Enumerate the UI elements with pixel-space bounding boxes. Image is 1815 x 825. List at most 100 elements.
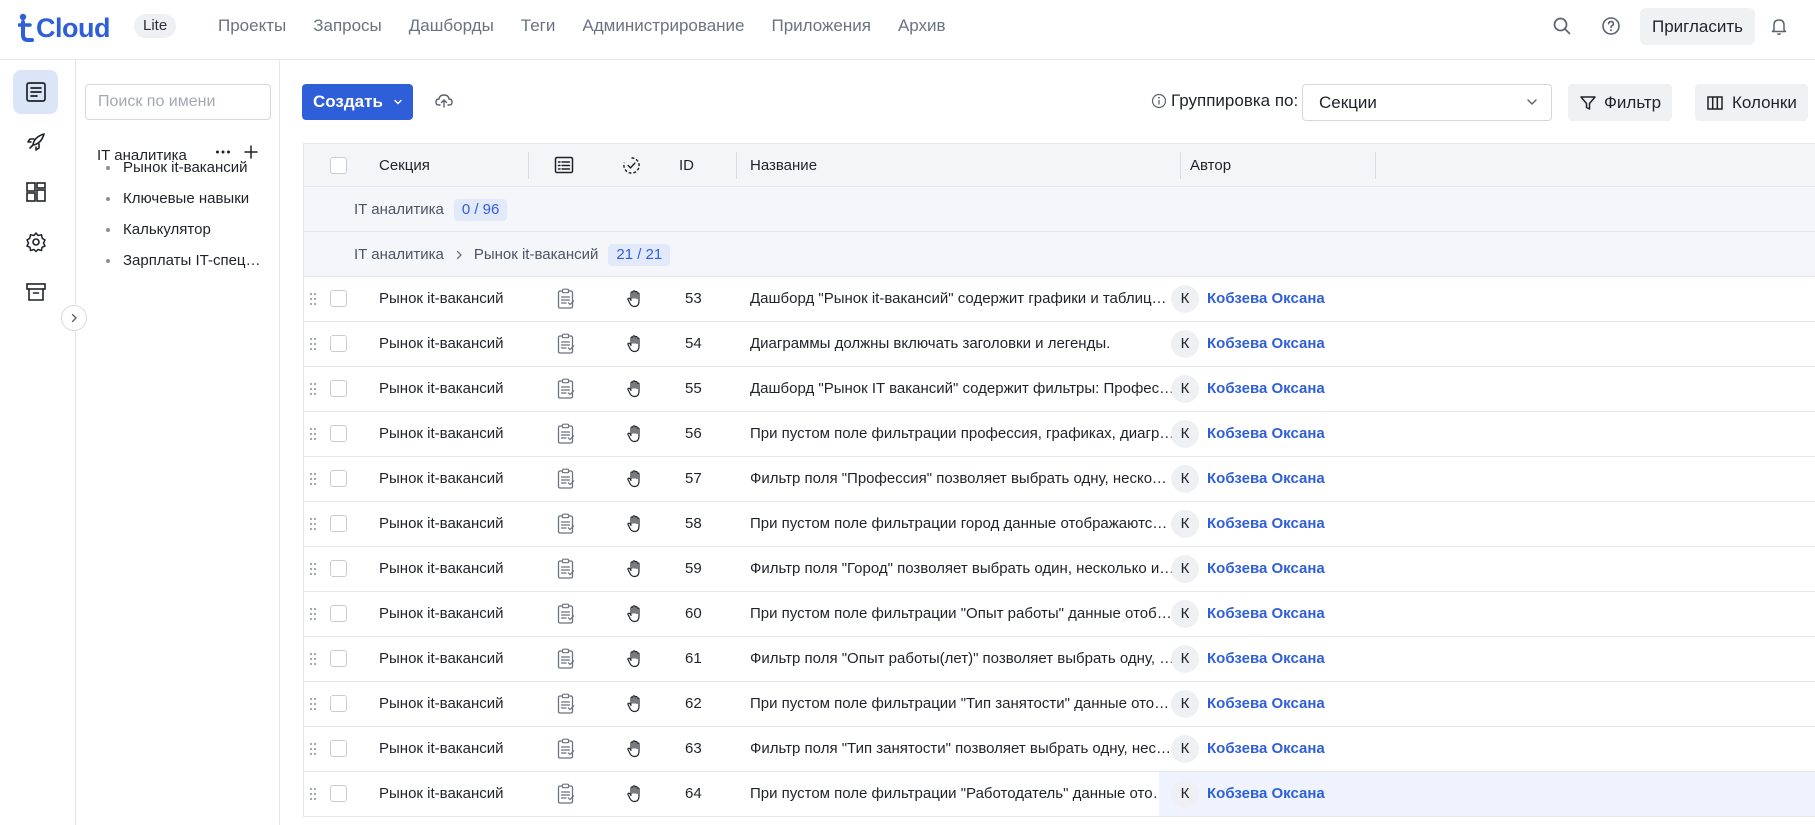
create-button[interactable]: Создать <box>302 84 413 120</box>
drag-handle-icon[interactable] <box>309 697 317 711</box>
row-title[interactable]: При пустом поле фильтрации "Опыт работы"… <box>750 592 1175 636</box>
row-checkbox[interactable] <box>330 695 347 712</box>
group-by-select[interactable]: Секции <box>1302 84 1552 121</box>
group-row-section[interactable]: IT аналитика Рынок it-вакансий 21 / 21 <box>303 232 1815 277</box>
more-icon[interactable] <box>215 144 231 160</box>
drag-handle-icon[interactable] <box>309 787 317 801</box>
notifications-button[interactable] <box>1765 12 1793 40</box>
app-logo[interactable]: Cloud <box>18 8 110 48</box>
table-row[interactable]: Рынок it-вакансий 55 Дашборд "Рынок IT в… <box>303 367 1815 412</box>
row-title[interactable]: Фильтр поля "Город" позволяет выбрать од… <box>750 547 1175 591</box>
manual-hand-icon <box>627 425 640 443</box>
drag-handle-icon[interactable] <box>309 292 317 306</box>
column-header-type[interactable] <box>554 155 574 175</box>
table-row[interactable]: Рынок it-вакансий 61 Фильтр поля "Опыт р… <box>303 637 1815 682</box>
nav-item-projects[interactable]: Проекты <box>218 16 286 36</box>
row-checkbox[interactable] <box>330 785 347 802</box>
tree-item[interactable]: Калькулятор <box>106 221 278 238</box>
nav-item-dashboards[interactable]: Дашборды <box>409 16 494 36</box>
row-checkbox[interactable] <box>330 650 347 667</box>
rail-settings[interactable] <box>13 220 58 264</box>
nav-item-archive[interactable]: Архив <box>898 16 946 36</box>
sidebar-expand-button[interactable] <box>61 305 87 331</box>
nav-item-apps[interactable]: Приложения <box>771 16 870 36</box>
author-link[interactable]: Кобзева Оксана <box>1207 412 1325 456</box>
table-row[interactable]: Рынок it-вакансий 59 Фильтр поля "Город"… <box>303 547 1815 592</box>
author-link[interactable]: Кобзева Оксана <box>1207 727 1325 771</box>
rail-test-cases[interactable] <box>13 70 58 114</box>
column-header-status[interactable] <box>622 156 641 176</box>
filter-button[interactable]: Фильтр <box>1568 84 1673 121</box>
row-checkbox[interactable] <box>330 515 347 532</box>
table-row[interactable]: Рынок it-вакансий 58 При пустом поле фил… <box>303 502 1815 547</box>
drag-handle-icon[interactable] <box>309 472 317 486</box>
author-link[interactable]: Кобзева Оксана <box>1207 682 1325 726</box>
drag-handle-icon[interactable] <box>309 517 317 531</box>
row-checkbox[interactable] <box>330 335 347 352</box>
row-title[interactable]: При пустом поле фильтрации "Работодатель… <box>750 772 1175 816</box>
columns-button[interactable]: Колонки <box>1695 84 1808 121</box>
author-link[interactable]: Кобзева Оксана <box>1207 277 1325 321</box>
drag-handle-icon[interactable] <box>309 607 317 621</box>
rail-launches[interactable] <box>13 120 58 164</box>
author-link[interactable]: Кобзева Оксана <box>1207 592 1325 636</box>
nav-item-administration[interactable]: Администрирование <box>582 16 744 36</box>
table-row[interactable]: Рынок it-вакансий 53 Дашборд "Рынок it-в… <box>303 277 1815 322</box>
row-title[interactable]: Дашборд "Рынок IT вакансий" содержит фил… <box>750 367 1175 411</box>
upload-button[interactable] <box>434 90 454 115</box>
table-row[interactable]: Рынок it-вакансий 63 Фильтр поля "Тип за… <box>303 727 1815 772</box>
table-row[interactable]: Рынок it-вакансий 62 При пустом поле фил… <box>303 682 1815 727</box>
rail-archive[interactable] <box>13 270 58 314</box>
row-checkbox[interactable] <box>330 290 347 307</box>
drag-handle-icon[interactable] <box>309 562 317 576</box>
table-row[interactable]: Рынок it-вакансий 64 При пустом поле фил… <box>303 772 1815 817</box>
tree-item[interactable]: Ключевые навыки <box>106 190 278 207</box>
row-checkbox[interactable] <box>330 470 347 487</box>
author-link[interactable]: Кобзева Оксана <box>1207 367 1325 411</box>
row-title[interactable]: Диаграммы должны включать заголовки и ле… <box>750 322 1175 366</box>
rail-dashboards[interactable] <box>13 170 58 214</box>
drag-handle-icon[interactable] <box>309 742 317 756</box>
author-link[interactable]: Кобзева Оксана <box>1207 772 1325 816</box>
column-header-section[interactable]: Секция <box>379 144 430 187</box>
row-title[interactable]: Дашборд "Рынок it-вакансий" содержит гра… <box>750 277 1175 321</box>
row-checkbox[interactable] <box>330 740 347 757</box>
table-row[interactable]: Рынок it-вакансий 56 При пустом поле фил… <box>303 412 1815 457</box>
invite-button[interactable]: Пригласить <box>1640 8 1756 45</box>
row-title[interactable]: Фильтр поля "Опыт работы(лет)" позволяет… <box>750 637 1175 681</box>
drag-handle-icon[interactable] <box>309 652 317 666</box>
drag-handle-icon[interactable] <box>309 427 317 441</box>
author-link[interactable]: Кобзева Оксана <box>1207 457 1325 501</box>
row-checkbox[interactable] <box>330 380 347 397</box>
row-checkbox[interactable] <box>330 605 347 622</box>
help-button[interactable] <box>1597 12 1625 40</box>
row-title[interactable]: При пустом поле фильтрации "Тип занятост… <box>750 682 1175 726</box>
group-row-root[interactable]: IT аналитика 0 / 96 <box>303 187 1815 232</box>
tree-item[interactable]: Зарплаты IT-специалистов <box>106 252 278 269</box>
select-all-checkbox[interactable] <box>330 157 347 174</box>
row-title[interactable]: Фильтр поля "Профессия" позволяет выбрат… <box>750 457 1175 501</box>
table-row[interactable]: Рынок it-вакансий 57 Фильтр поля "Профес… <box>303 457 1815 502</box>
tree-search-input[interactable] <box>85 84 271 120</box>
author-link[interactable]: Кобзева Оксана <box>1207 547 1325 591</box>
search-button[interactable] <box>1548 12 1576 40</box>
author-link[interactable]: Кобзева Оксана <box>1207 322 1325 366</box>
column-header-title[interactable]: Название <box>750 144 817 187</box>
column-header-author[interactable]: Автор <box>1190 144 1231 187</box>
add-icon[interactable] <box>243 144 259 160</box>
row-title[interactable]: При пустом поле фильтрации профессия, гр… <box>750 412 1175 456</box>
nav-item-requests[interactable]: Запросы <box>313 16 382 36</box>
drag-handle-icon[interactable] <box>309 337 317 351</box>
author-link[interactable]: Кобзева Оксана <box>1207 502 1325 546</box>
drag-handle-icon[interactable] <box>309 382 317 396</box>
nav-item-tags[interactable]: Теги <box>521 16 556 36</box>
table-row[interactable]: Рынок it-вакансий 54 Диаграммы должны вк… <box>303 322 1815 367</box>
row-title[interactable]: Фильтр поля "Тип занятости" позволяет вы… <box>750 727 1175 771</box>
row-checkbox[interactable] <box>330 425 347 442</box>
tree-item[interactable]: Рынок it-вакансий <box>106 159 278 176</box>
column-header-id[interactable]: ID <box>679 144 694 187</box>
table-row[interactable]: Рынок it-вакансий 60 При пустом поле фил… <box>303 592 1815 637</box>
row-title[interactable]: При пустом поле фильтрации город данные … <box>750 502 1175 546</box>
row-checkbox[interactable] <box>330 560 347 577</box>
author-link[interactable]: Кобзева Оксана <box>1207 637 1325 681</box>
